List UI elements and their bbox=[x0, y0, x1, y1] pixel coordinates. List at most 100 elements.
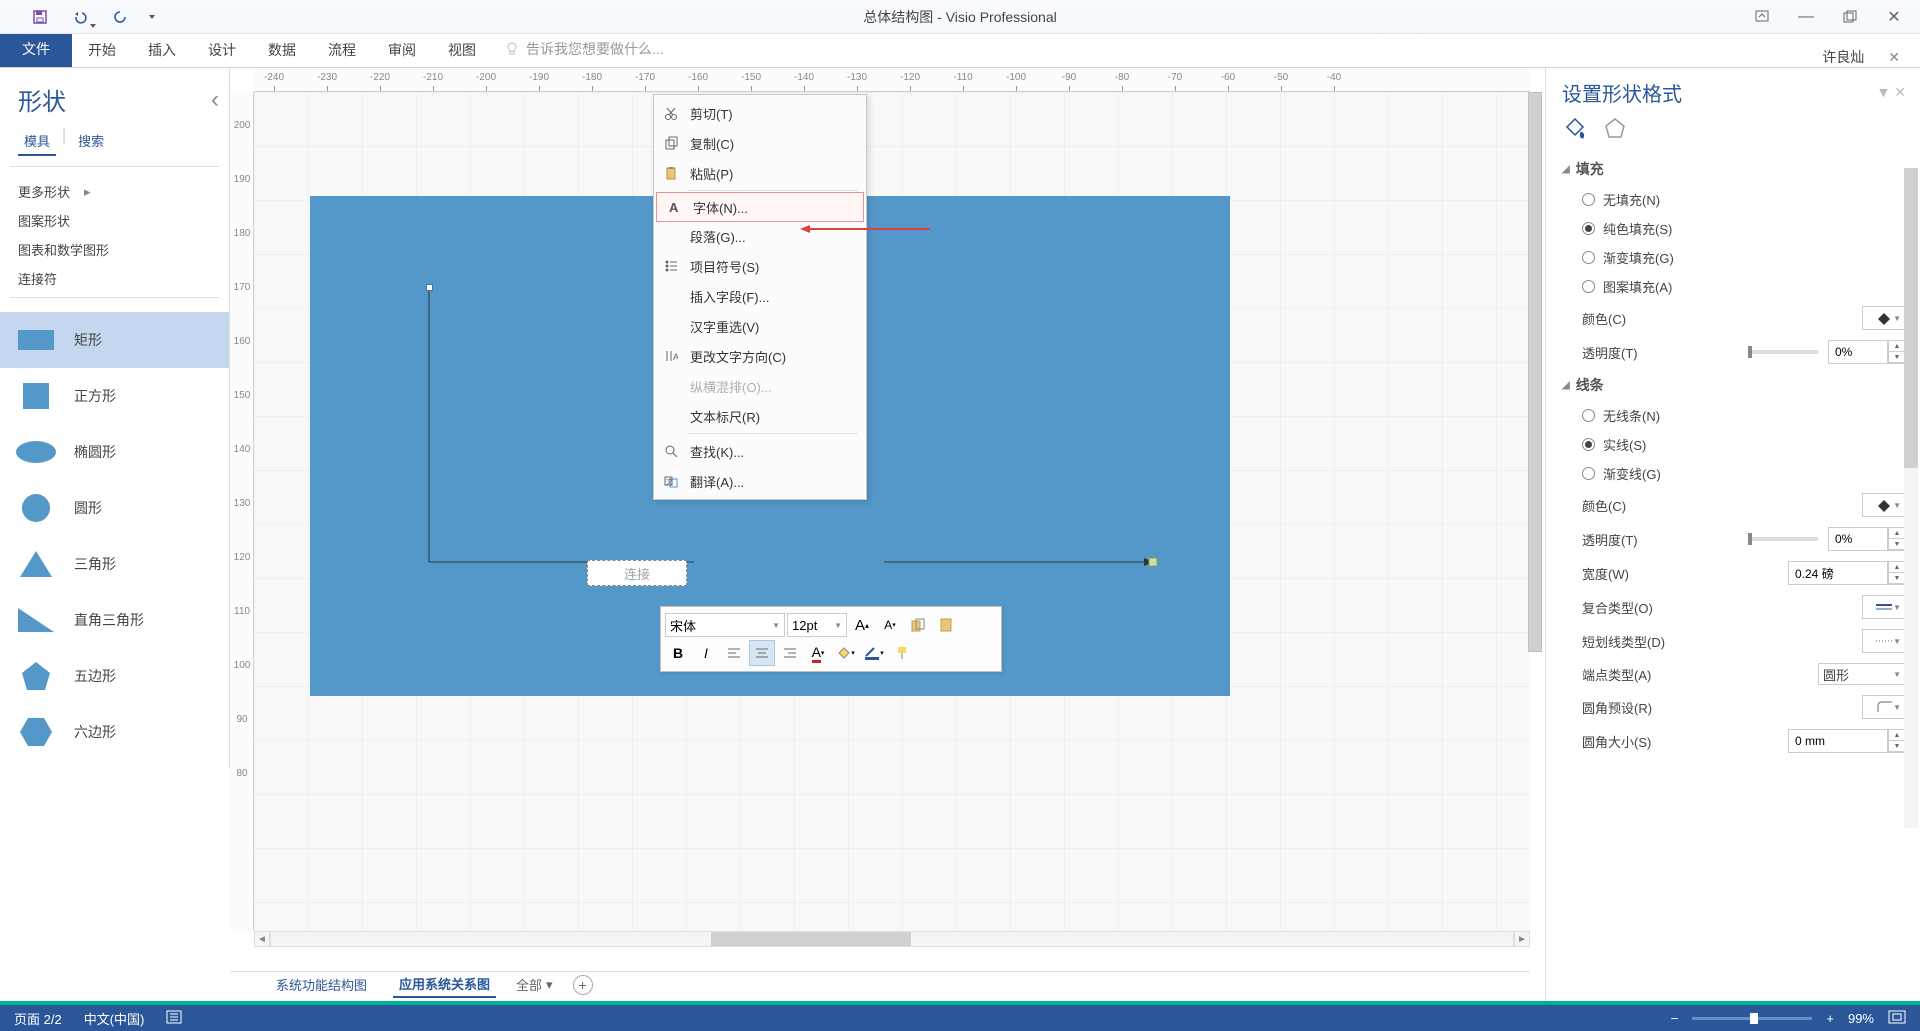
ctx-P[interactable]: 粘贴(P) bbox=[654, 158, 866, 188]
ctx-K[interactable]: 查找(K)... bbox=[654, 436, 866, 466]
page-tab-2[interactable]: 应用系统关系图 bbox=[393, 971, 496, 998]
macro-icon[interactable] bbox=[166, 1010, 182, 1027]
tab-file[interactable]: 文件 bbox=[0, 31, 72, 67]
undo-button[interactable] bbox=[60, 0, 100, 34]
tab-view[interactable]: 视图 bbox=[432, 32, 492, 67]
italic-icon[interactable]: I bbox=[693, 640, 719, 666]
fill-line-tab-icon[interactable] bbox=[1562, 115, 1588, 141]
fit-page-icon[interactable] bbox=[1888, 1010, 1906, 1027]
pattern-shapes-link[interactable]: 图案形状 bbox=[18, 206, 211, 235]
font-color-icon[interactable]: A▾ bbox=[805, 640, 831, 666]
no-fill-option[interactable]: 无填充(N) bbox=[1562, 185, 1906, 214]
line-section-header[interactable]: ◢线条 bbox=[1562, 369, 1906, 401]
dash-type-picker[interactable]: ▼ bbox=[1862, 629, 1906, 653]
tab-data[interactable]: 数据 bbox=[252, 32, 312, 67]
redo-button[interactable] bbox=[100, 0, 140, 34]
tell-me-box[interactable]: 告诉我您想要做什么... bbox=[492, 31, 676, 67]
zoom-in-icon[interactable]: + bbox=[1826, 1011, 1834, 1026]
effects-tab-icon[interactable] bbox=[1602, 115, 1628, 141]
shape-pentagon[interactable]: 五边形 bbox=[0, 648, 229, 704]
fill-color-icon[interactable]: ▾ bbox=[833, 640, 859, 666]
shape-square[interactable]: 正方形 bbox=[0, 368, 229, 424]
save-button[interactable] bbox=[20, 0, 60, 34]
maximize-button[interactable] bbox=[1840, 7, 1860, 27]
line-width-input[interactable] bbox=[1788, 561, 1888, 585]
collapse-icon[interactable]: ‹ bbox=[211, 86, 219, 114]
qat-customize[interactable] bbox=[140, 0, 164, 34]
ctx-R[interactable]: 文本标尺(R) bbox=[654, 401, 866, 431]
gradient-line-option[interactable]: 渐变线(G) bbox=[1562, 459, 1906, 488]
zoom-value[interactable]: 99% bbox=[1848, 1011, 1874, 1026]
tab-review[interactable]: 审阅 bbox=[372, 32, 432, 67]
zoom-slider[interactable] bbox=[1692, 1017, 1812, 1020]
canvas-textbox[interactable]: 连接 bbox=[587, 560, 687, 586]
corner-size-input[interactable] bbox=[1788, 729, 1888, 753]
shape-circle[interactable]: 圆形 bbox=[0, 480, 229, 536]
panel-close-icon[interactable]: ✕ bbox=[1888, 49, 1900, 66]
user-name[interactable]: 许良灿 bbox=[1822, 47, 1864, 67]
align-right-icon[interactable] bbox=[777, 640, 803, 666]
compound-type-picker[interactable]: ▼ bbox=[1862, 595, 1906, 619]
more-shapes-link[interactable]: 更多形状▸ bbox=[18, 177, 211, 206]
bold-icon[interactable]: B bbox=[665, 640, 691, 666]
close-button[interactable]: ✕ bbox=[1884, 7, 1904, 27]
solid-line-option[interactable]: 实线(S) bbox=[1562, 430, 1906, 459]
ctx-A[interactable]: 文翻译(A)... bbox=[654, 466, 866, 496]
line-color-picker[interactable]: ▼ bbox=[1862, 493, 1906, 517]
page-tab-1[interactable]: 系统功能结构图 bbox=[270, 972, 373, 997]
ctx-S[interactable]: 项目符号(S) bbox=[654, 251, 866, 281]
shape-triangle[interactable]: 三角形 bbox=[0, 536, 229, 592]
font-family-select[interactable]: 宋体▼ bbox=[665, 613, 785, 637]
selection-handle[interactable] bbox=[426, 284, 433, 291]
align-center-icon[interactable] bbox=[749, 640, 775, 666]
drawing-canvas[interactable] bbox=[254, 92, 1530, 931]
tab-process[interactable]: 流程 bbox=[312, 32, 372, 67]
connectors-link[interactable]: 连接符 bbox=[18, 264, 211, 293]
tab-insert[interactable]: 插入 bbox=[132, 32, 192, 67]
language-indicator[interactable]: 中文(中国) bbox=[84, 1009, 145, 1028]
solid-fill-option[interactable]: 纯色填充(S) bbox=[1562, 214, 1906, 243]
corner-preset-picker[interactable]: ▼ bbox=[1862, 695, 1906, 719]
pattern-fill-option[interactable]: 图案填充(A) bbox=[1562, 272, 1906, 301]
decrease-font-icon[interactable]: A▾ bbox=[877, 612, 903, 638]
shape-rectangle[interactable]: 矩形 bbox=[0, 312, 229, 368]
format-panel-scrollbar[interactable] bbox=[1904, 168, 1918, 828]
ctx-O[interactable]: 纵横混排(O)... bbox=[654, 371, 866, 401]
ctx-C[interactable]: A更改文字方向(C) bbox=[654, 341, 866, 371]
horizontal-scrollbar[interactable]: ◄ ► bbox=[254, 931, 1530, 947]
gradient-fill-option[interactable]: 渐变填充(G) bbox=[1562, 243, 1906, 272]
fill-transparency-slider[interactable] bbox=[1748, 350, 1818, 354]
no-line-option[interactable]: 无线条(N) bbox=[1562, 401, 1906, 430]
font-size-select[interactable]: 12pt▼ bbox=[787, 613, 847, 637]
add-page-button[interactable]: + bbox=[573, 975, 593, 995]
ctx-N[interactable]: A字体(N)... bbox=[656, 192, 864, 222]
task-pane-options-icon[interactable]: ▼ ✕ bbox=[1877, 84, 1906, 101]
fill-transparency-input[interactable] bbox=[1828, 340, 1888, 364]
ribbon-options-icon[interactable] bbox=[1752, 7, 1772, 27]
scroll-left-icon[interactable]: ◄ bbox=[254, 931, 270, 947]
copy-style-icon[interactable] bbox=[905, 612, 931, 638]
page-indicator[interactable]: 页面 2/2 bbox=[14, 1009, 62, 1028]
subtab-search[interactable]: 搜索 bbox=[72, 127, 110, 156]
ctx-V[interactable]: 汉字重选(V) bbox=[654, 311, 866, 341]
ctx-C[interactable]: 复制(C) bbox=[654, 128, 866, 158]
zoom-out-icon[interactable]: − bbox=[1671, 1011, 1679, 1026]
increase-font-icon[interactable]: A▴ bbox=[849, 612, 875, 638]
subtab-stencils[interactable]: 模具 bbox=[18, 127, 56, 156]
page-tab-all[interactable]: 全部 ▾ bbox=[516, 975, 553, 994]
line-transparency-input[interactable] bbox=[1828, 527, 1888, 551]
cap-type-select[interactable]: 圆形▼ bbox=[1818, 663, 1906, 685]
vertical-scrollbar[interactable] bbox=[1528, 92, 1544, 971]
ctx-T[interactable]: 剪切(T) bbox=[654, 98, 866, 128]
paste-style-icon[interactable] bbox=[933, 612, 959, 638]
fill-section-header[interactable]: ◢填充 bbox=[1562, 153, 1906, 185]
tab-design[interactable]: 设计 bbox=[192, 32, 252, 67]
shape-ellipse[interactable]: 椭圆形 bbox=[0, 424, 229, 480]
format-painter-icon[interactable] bbox=[889, 640, 915, 666]
minimize-button[interactable]: — bbox=[1796, 7, 1816, 27]
fill-color-picker[interactable]: ▼ bbox=[1862, 306, 1906, 330]
tab-home[interactable]: 开始 bbox=[72, 32, 132, 67]
line-transparency-slider[interactable] bbox=[1748, 537, 1818, 541]
line-color-icon[interactable]: ▾ bbox=[861, 640, 887, 666]
ctx-F[interactable]: 插入字段(F)... bbox=[654, 281, 866, 311]
